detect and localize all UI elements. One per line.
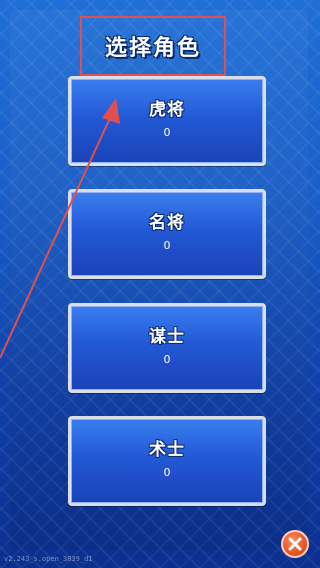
role-button-shushi[interactable]: 术士 0: [68, 416, 266, 506]
role-name: 术士: [149, 440, 185, 460]
page-title: 选择角色: [104, 36, 201, 61]
role-name: 谋士: [149, 327, 185, 347]
role-count: 0: [163, 239, 171, 252]
role-button-moushi[interactable]: 谋士 0: [68, 303, 266, 393]
role-name: 名将: [149, 213, 185, 233]
role-count: 0: [163, 466, 171, 479]
role-count: 0: [163, 126, 171, 139]
role-button-hujiang[interactable]: 虎将 0: [68, 76, 266, 166]
role-select-screen: 选择角色 虎将 0 名将 0 谋士 0 术士 0 v2.243_s.open_3…: [0, 0, 320, 568]
role-button-mingjiang[interactable]: 名将 0: [68, 189, 266, 279]
close-button[interactable]: [281, 530, 309, 558]
version-label: v2.243_s.open_3839_d1: [4, 555, 93, 563]
role-name: 虎将: [149, 100, 185, 120]
close-icon: [288, 537, 302, 551]
role-count: 0: [163, 353, 171, 366]
title-highlight-box: 选择角色: [80, 16, 226, 76]
